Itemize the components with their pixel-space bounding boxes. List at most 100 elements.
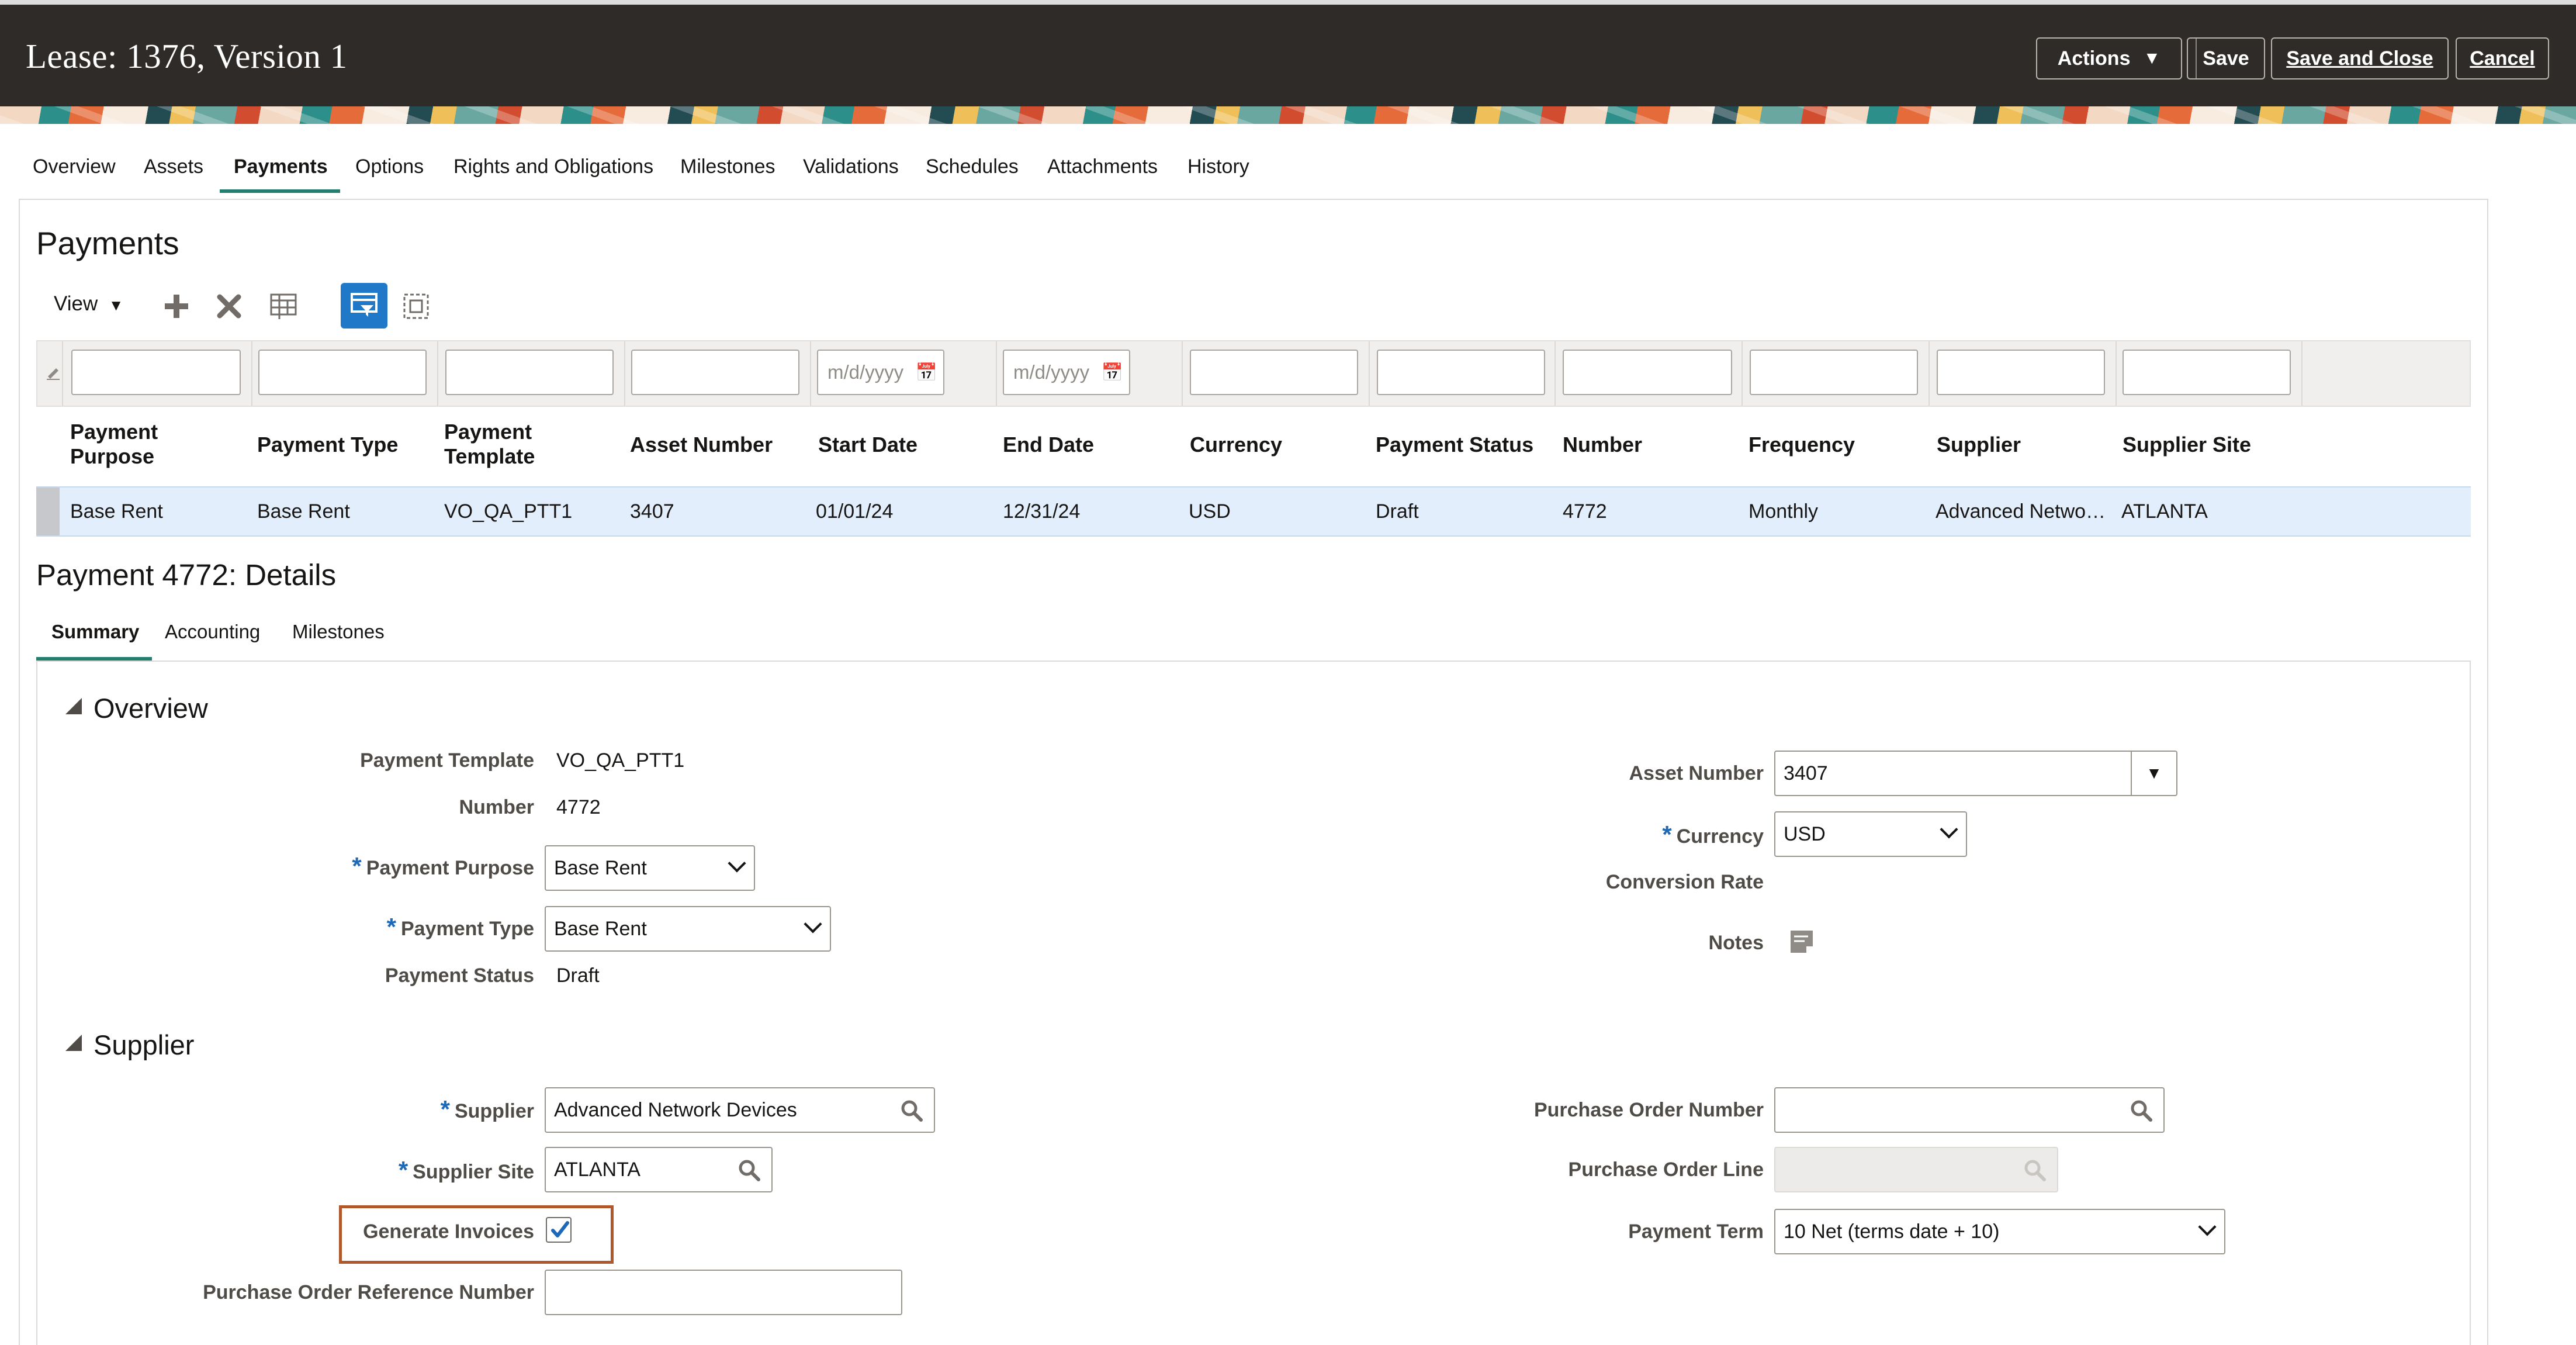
supplier-site-label: * Supplier Site — [398, 1156, 534, 1184]
filter-end-date[interactable]: m/d/yyyy 📅 — [1003, 350, 1130, 395]
filter-payment-purpose[interactable] — [71, 350, 241, 395]
col-header-start-date[interactable]: Start Date — [818, 433, 917, 457]
clear-filter-icon[interactable] — [46, 365, 61, 380]
filter-supplier[interactable] — [1937, 350, 2105, 395]
tab-history[interactable]: History — [1187, 155, 1249, 178]
payment-term-select[interactable]: 10 Net (terms date + 10) — [1774, 1209, 2225, 1254]
caret-down-icon[interactable]: ▼ — [2131, 752, 2176, 795]
asset-number-select[interactable]: 3407 ▼ — [1774, 751, 2177, 796]
filter-number[interactable] — [1563, 350, 1732, 395]
filter-asset-number[interactable] — [631, 350, 799, 395]
actions-menu-button[interactable]: Actions ▼ — [2036, 37, 2182, 79]
col-header-payment-status[interactable]: Payment Status — [1376, 433, 1533, 457]
conversion-rate-label: Conversion Rate — [1605, 871, 1764, 893]
start-date-placeholder: m/d/yyyy — [827, 361, 904, 383]
decorative-banner — [0, 106, 2576, 124]
collapse-supplier-icon[interactable] — [65, 1035, 82, 1051]
delete-icon[interactable] — [215, 292, 243, 320]
query-by-example-button[interactable] — [341, 283, 387, 329]
payment-status-label: Payment Status — [385, 964, 534, 987]
filter-supplier-site[interactable] — [2123, 350, 2291, 395]
supplier-input[interactable]: Advanced Network Devices — [545, 1087, 935, 1133]
tab-options[interactable]: Options — [355, 155, 424, 178]
calendar-icon[interactable]: 📅 — [913, 362, 937, 383]
search-icon[interactable] — [738, 1159, 761, 1182]
tab-validations[interactable]: Validations — [803, 155, 899, 178]
payment-template-label: Payment Template — [360, 749, 534, 772]
view-menu[interactable]: View ▼ — [54, 292, 123, 316]
generate-invoices-label: Generate Invoices — [363, 1220, 534, 1243]
tab-rights-and-obligations[interactable]: Rights and Obligations — [453, 155, 653, 178]
payment-term-label: Payment Term — [1628, 1220, 1764, 1243]
tab-overview[interactable]: Overview — [33, 155, 116, 178]
currency-select[interactable]: USD — [1774, 811, 1967, 857]
col-header-asset-number[interactable]: Asset Number — [630, 433, 773, 457]
tab-schedules[interactable]: Schedules — [926, 155, 1019, 178]
search-icon[interactable] — [900, 1099, 923, 1122]
tab-payments[interactable]: Payments — [234, 155, 328, 178]
cell-payment-purpose: Base Rent — [70, 500, 163, 523]
cell-supplier: Advanced Netwo… — [1936, 500, 2106, 523]
table-row[interactable]: Base Rent Base Rent VO_QA_PTT1 3407 01/0… — [36, 486, 2471, 537]
subtab-milestones[interactable]: Milestones — [292, 621, 385, 643]
collapse-overview-icon[interactable] — [65, 698, 82, 714]
po-reference-number-input[interactable] — [545, 1270, 902, 1315]
search-icon[interactable] — [2130, 1099, 2153, 1122]
filter-payment-status[interactable] — [1377, 350, 1545, 395]
save-and-close-button[interactable]: Save and Close — [2271, 37, 2449, 79]
save-button[interactable]: Save — [2187, 37, 2265, 79]
actions-label: Actions — [2057, 47, 2131, 70]
col-header-number[interactable]: Number — [1563, 433, 1642, 457]
col-header-payment-template[interactable]: Payment Template — [444, 420, 535, 469]
cancel-label: Cancel — [2470, 47, 2535, 70]
payment-status-value: Draft — [556, 964, 600, 987]
col-header-payment-type[interactable]: Payment Type — [257, 433, 398, 457]
subtab-accounting[interactable]: Accounting — [165, 621, 260, 643]
chevron-down-icon — [804, 915, 822, 933]
col-header-payment-purpose[interactable]: Payment Purpose — [70, 420, 158, 469]
filter-payment-type[interactable] — [258, 350, 427, 395]
col-header-supplier[interactable]: Supplier — [1937, 433, 2021, 457]
col-header-currency[interactable]: Currency — [1190, 433, 1282, 457]
end-date-placeholder: m/d/yyyy — [1013, 361, 1090, 383]
col-header-supplier-site[interactable]: Supplier Site — [2123, 433, 2251, 457]
notes-icon[interactable] — [1788, 928, 1815, 955]
tab-assets[interactable]: Assets — [144, 155, 203, 178]
po-line-input — [1774, 1147, 2058, 1192]
filter-currency[interactable] — [1190, 350, 1358, 395]
tab-milestones[interactable]: Milestones — [680, 155, 775, 178]
currency-label: * Currency — [1662, 821, 1764, 848]
col-header-frequency[interactable]: Frequency — [1749, 433, 1855, 457]
supplier-site-input[interactable]: ATLANTA — [545, 1147, 773, 1192]
number-value: 4772 — [556, 796, 601, 818]
filter-payment-template[interactable] — [445, 350, 614, 395]
payment-template-value: VO_QA_PTT1 — [556, 749, 685, 772]
filter-frequency[interactable] — [1750, 350, 1918, 395]
lease-tabs: Overview Assets Payments Options Rights … — [0, 146, 1286, 199]
col-header-end-date[interactable]: End Date — [1003, 433, 1094, 457]
search-icon — [2024, 1160, 2046, 1181]
cell-payment-status: Draft — [1376, 500, 1419, 523]
generate-invoices-checkbox[interactable] — [546, 1217, 572, 1243]
po-number-label: Purchase Order Number — [1533, 1099, 1764, 1121]
row-selector[interactable] — [36, 487, 60, 535]
add-icon[interactable] — [162, 292, 191, 320]
freeze-icon[interactable] — [269, 292, 298, 321]
calendar-icon[interactable]: 📅 — [1099, 362, 1123, 383]
cell-end-date: 12/31/24 — [1003, 500, 1081, 523]
payment-purpose-label: * Payment Purpose — [352, 852, 534, 880]
checkmark-icon — [551, 1221, 569, 1237]
payment-type-select[interactable]: Base Rent — [545, 906, 831, 952]
filter-start-date[interactable]: m/d/yyyy 📅 — [817, 350, 944, 395]
supplier-heading[interactable]: Supplier — [94, 1029, 194, 1061]
chevron-down-icon — [2198, 1218, 2217, 1236]
cancel-button[interactable]: Cancel — [2456, 37, 2549, 79]
tab-attachments[interactable]: Attachments — [1047, 155, 1158, 178]
overview-heading[interactable]: Overview — [94, 692, 208, 724]
po-reference-number-label: Purchase Order Reference Number — [203, 1281, 534, 1303]
subtab-summary[interactable]: Summary — [51, 621, 139, 643]
detach-icon[interactable] — [402, 292, 430, 320]
view-label: View — [54, 292, 98, 315]
po-number-input[interactable] — [1774, 1087, 2165, 1133]
payment-purpose-select[interactable]: Base Rent — [545, 845, 755, 891]
